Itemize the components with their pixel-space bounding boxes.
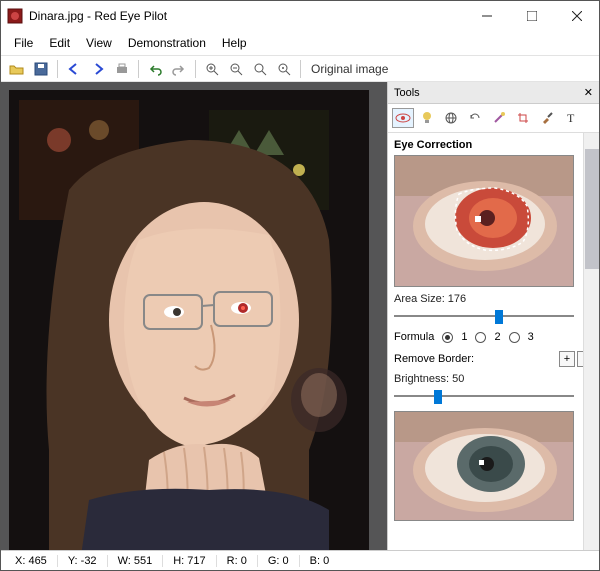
border-plus-button[interactable]: +	[559, 351, 575, 367]
save-icon[interactable]	[30, 58, 52, 80]
close-button[interactable]	[554, 1, 599, 31]
zoom-fit-icon[interactable]	[249, 58, 271, 80]
tools-panel: Tools ✕ T Eye Correction	[387, 82, 599, 550]
tool-globe-icon[interactable]	[440, 108, 462, 128]
tools-body: Eye Correction Area Size: 176	[388, 133, 599, 550]
formula-radio-1[interactable]	[442, 332, 453, 343]
tools-scrollbar[interactable]	[583, 133, 599, 550]
tools-tabs: T	[388, 104, 599, 133]
back-icon[interactable]	[63, 58, 85, 80]
zoom-in-icon[interactable]	[201, 58, 223, 80]
tool-text-icon[interactable]: T	[560, 108, 582, 128]
tool-wand-icon[interactable]	[488, 108, 510, 128]
formula-label: Formula	[394, 331, 434, 343]
minimize-button[interactable]	[464, 1, 509, 31]
status-b: B: 0	[300, 555, 340, 567]
status-x: X: 465	[5, 555, 58, 567]
remove-border-row: Remove Border: + -	[394, 351, 593, 367]
menu-file[interactable]: File	[7, 34, 40, 52]
open-icon[interactable]	[6, 58, 28, 80]
tool-eye-icon[interactable]	[392, 108, 414, 128]
eye-preview-after[interactable]	[394, 411, 574, 521]
zoom-100-icon[interactable]	[273, 58, 295, 80]
tool-crop-icon[interactable]	[512, 108, 534, 128]
tool-bulb-icon[interactable]	[416, 108, 438, 128]
status-g: G: 0	[258, 555, 300, 567]
tools-close-icon[interactable]: ✕	[584, 86, 593, 99]
status-h: H: 717	[163, 555, 216, 567]
toolbar: Original image	[1, 56, 599, 82]
original-image-label[interactable]: Original image	[305, 62, 394, 76]
eye-preview-before[interactable]	[394, 155, 574, 287]
menu-demonstration[interactable]: Demonstration	[121, 34, 213, 52]
formula-radio-2[interactable]	[475, 332, 486, 343]
redo-icon[interactable]	[168, 58, 190, 80]
area-size-slider[interactable]	[394, 307, 574, 325]
formula-radio-3[interactable]	[509, 332, 520, 343]
zoom-out-icon[interactable]	[225, 58, 247, 80]
status-r: R: 0	[217, 555, 258, 567]
titlebar: Dinara.jpg - Red Eye Pilot	[1, 1, 599, 31]
photo[interactable]	[9, 90, 369, 550]
menu-view[interactable]: View	[79, 34, 119, 52]
window-title: Dinara.jpg - Red Eye Pilot	[29, 9, 464, 23]
status-y: Y: -32	[58, 555, 108, 567]
formula-row: Formula 1 2 3	[394, 331, 593, 343]
brightness-slider[interactable]	[394, 387, 574, 405]
statusbar: X: 465 Y: -32 W: 551 H: 717 R: 0 G: 0 B:…	[1, 550, 599, 570]
remove-border-label: Remove Border:	[394, 353, 557, 365]
section-title: Eye Correction	[394, 139, 593, 151]
print-icon[interactable]	[111, 58, 133, 80]
scrollbar-thumb[interactable]	[585, 149, 599, 269]
maximize-button[interactable]	[509, 1, 554, 31]
canvas[interactable]	[1, 82, 387, 550]
status-w: W: 551	[108, 555, 164, 567]
menubar: File Edit View Demonstration Help	[1, 31, 599, 56]
tool-rotate-icon[interactable]	[464, 108, 486, 128]
brightness-label: Brightness: 50	[394, 373, 593, 385]
app-icon	[7, 8, 23, 24]
tools-header: Tools ✕	[388, 82, 599, 104]
tools-header-label: Tools	[394, 87, 584, 99]
svg-text:T: T	[567, 111, 575, 125]
menu-edit[interactable]: Edit	[42, 34, 77, 52]
tool-brush-icon[interactable]	[536, 108, 558, 128]
workarea: Tools ✕ T Eye Correction	[1, 82, 599, 550]
forward-icon[interactable]	[87, 58, 109, 80]
undo-icon[interactable]	[144, 58, 166, 80]
area-size-label: Area Size: 176	[394, 293, 593, 305]
menu-help[interactable]: Help	[215, 34, 254, 52]
